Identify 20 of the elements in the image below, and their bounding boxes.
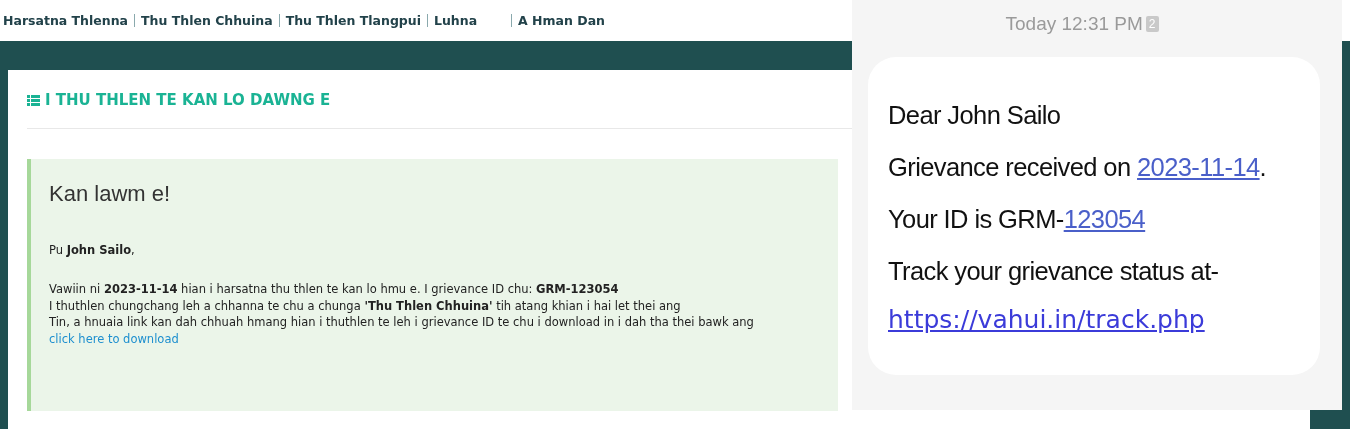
sms-text-line: Grievance received on 2023-11-14.	[888, 152, 1268, 183]
sms-link[interactable]: 2023-11-14	[1137, 153, 1260, 181]
message-line: Tin, a hnuaia link kan dah chhuah hmang hian i thuthlen te leh i grievance ID te chu i download in i dah tha thei bawk ang	[49, 314, 755, 331]
sms-link[interactable]: 123054	[1063, 205, 1146, 233]
alert-heading: Kan lawm e!	[49, 181, 172, 207]
nav-link[interactable]: Harsatna Thlenna	[3, 13, 129, 28]
tracking-link[interactable]: https://vahui.in/track.php	[888, 305, 1205, 334]
sms-text-line: Track your grievance status at-	[888, 256, 1220, 287]
nav-link[interactable]: Thu Thlen Tlangpui	[285, 13, 421, 28]
sms-text-line: Your ID is GRM-123054	[888, 204, 1147, 235]
panel-title: I THU THLEN TE KAN LO DAWNG E	[45, 91, 331, 109]
message-line: Vawiin ni 2023-11-14 hian i harsatna thu thlen te kan lo hmu e. I grievance ID chu: GRM-123054	[49, 281, 620, 298]
nav-link[interactable]: Luhna	[434, 13, 478, 28]
list-icon	[27, 94, 40, 106]
greeting-text: Pu John Sailo,	[49, 243, 136, 257]
sms-text-line: Dear John Sailo	[888, 100, 1062, 131]
message-line: I thuthlen chungchang leh a chhanna te chu a chunga 'Thu Thlen Chhuina' tih atang khian i hai let thei ang	[49, 297, 682, 314]
message-time: Today 12:31 PM	[1005, 13, 1143, 35]
nav-link[interactable]: A Hman Dan	[518, 13, 605, 28]
nav-link[interactable]: Thu Thlen Chhuina	[141, 13, 273, 28]
